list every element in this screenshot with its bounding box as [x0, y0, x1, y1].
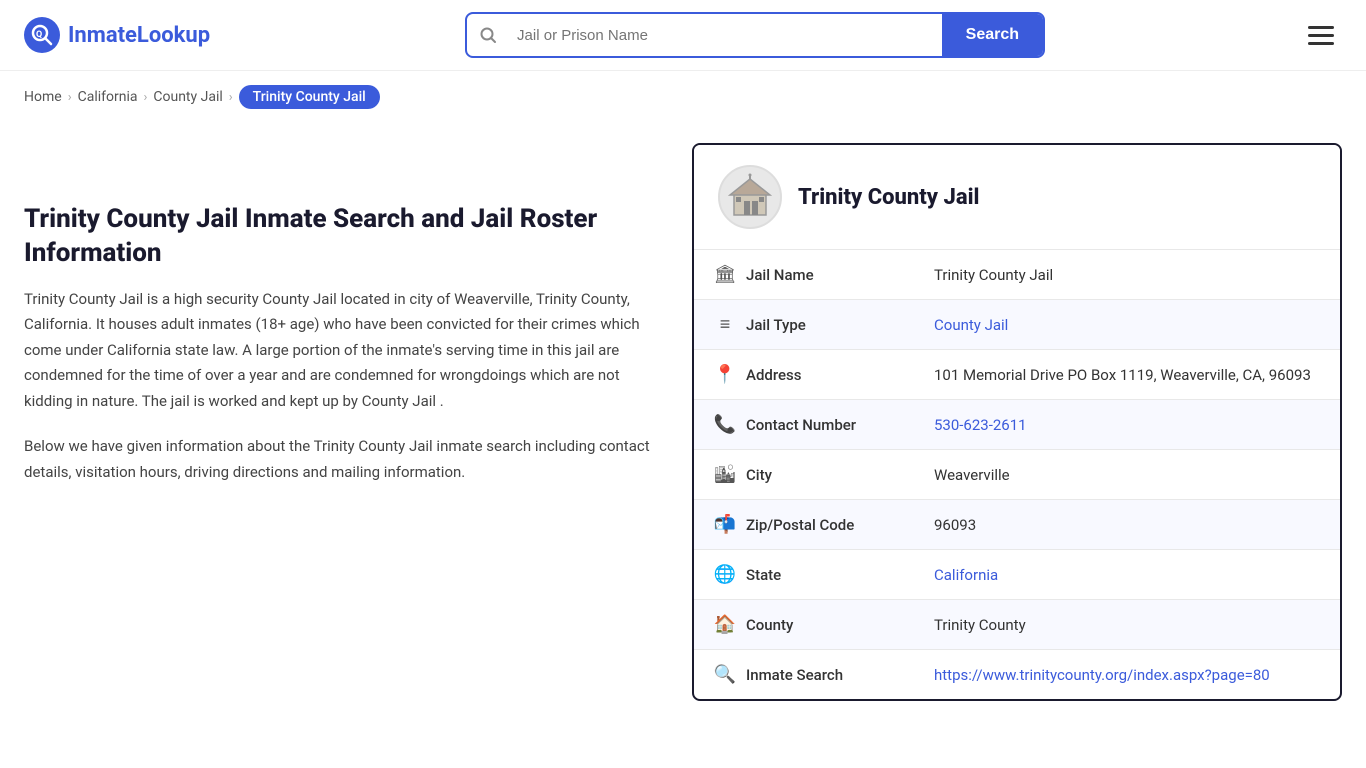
row-value: Trinity County	[914, 600, 1340, 650]
row-value[interactable]: https://www.trinitycounty.org/index.aspx…	[914, 650, 1340, 700]
row-icon: 🏙	[714, 464, 736, 485]
breadcrumb-chevron-2: ›	[143, 90, 147, 105]
breadcrumb-chevron-1: ›	[68, 90, 72, 105]
row-link[interactable]: County Jail	[934, 316, 1008, 334]
page-title: Trinity County Jail Inmate Search and Ja…	[24, 203, 660, 271]
row-icon: 📬	[714, 514, 736, 535]
description-2: Below we have given information about th…	[24, 434, 660, 485]
row-label: 📬Zip/Postal Code	[694, 500, 914, 550]
hamburger-line-1	[1308, 26, 1334, 29]
row-icon: 🏛	[714, 264, 736, 285]
facility-avatar	[718, 165, 782, 229]
row-link[interactable]: 530-623-2611	[934, 416, 1027, 434]
row-label: 🔍Inmate Search	[694, 650, 914, 700]
table-row: 🏛Jail NameTrinity County Jail	[694, 250, 1340, 300]
search-bar-icon	[467, 26, 509, 44]
table-row: 📬Zip/Postal Code96093	[694, 500, 1340, 550]
search-input[interactable]	[509, 17, 942, 54]
svg-text:Q: Q	[36, 30, 42, 40]
hamburger-line-2	[1308, 34, 1334, 37]
row-icon: 🌐	[714, 564, 736, 585]
row-icon: 📍	[714, 364, 736, 385]
table-row: 📞Contact Number 530-623-2611	[694, 400, 1340, 450]
breadcrumb-current: Trinity County Jail	[239, 85, 380, 109]
row-label: 🏠County	[694, 600, 914, 650]
row-icon: 🏠	[714, 614, 736, 635]
breadcrumb-section[interactable]: County Jail	[153, 89, 222, 105]
row-link[interactable]: https://www.trinitycounty.org/index.aspx…	[934, 666, 1270, 684]
row-value[interactable]: County Jail	[914, 300, 1340, 350]
row-value: Weaverville	[914, 450, 1340, 500]
search-bar: Search	[465, 12, 1045, 58]
table-row: 🏠CountyTrinity County	[694, 600, 1340, 650]
row-label: 🏙City	[694, 450, 914, 500]
logo[interactable]: Q InmateLookup	[24, 17, 210, 53]
info-table: 🏛Jail NameTrinity County Jail≡Jail Type C…	[694, 249, 1340, 699]
logo-text: InmateLookup	[68, 23, 210, 48]
hamburger-menu[interactable]	[1300, 18, 1342, 53]
table-row: 🔍Inmate Search https://www.trinitycounty.…	[694, 650, 1340, 700]
hamburger-line-3	[1308, 42, 1334, 45]
breadcrumb-state[interactable]: California	[78, 89, 138, 105]
main-layout: Trinity County Jail Inmate Search and Ja…	[0, 123, 1366, 741]
facility-name: Trinity County Jail	[798, 185, 979, 210]
breadcrumb-home[interactable]: Home	[24, 89, 62, 105]
row-label: 📞Contact Number	[694, 400, 914, 450]
row-label: 🌐State	[694, 550, 914, 600]
row-value[interactable]: 530-623-2611	[914, 400, 1340, 450]
header: Q InmateLookup Search	[0, 0, 1366, 71]
info-card: Trinity County Jail 🏛Jail NameTrinity Co…	[692, 143, 1342, 701]
search-button[interactable]: Search	[942, 14, 1043, 56]
table-row: 📍Address101 Memorial Drive PO Box 1119, …	[694, 350, 1340, 400]
logo-icon: Q	[24, 17, 60, 53]
left-content: Trinity County Jail Inmate Search and Ja…	[24, 143, 660, 505]
row-icon: ≡	[714, 314, 736, 335]
breadcrumb: Home › California › County Jail › Trinit…	[0, 71, 1366, 123]
description-1: Trinity County Jail is a high security C…	[24, 287, 660, 415]
breadcrumb-chevron-3: ›	[229, 90, 233, 105]
table-row: 🏙CityWeaverville	[694, 450, 1340, 500]
row-label: 📍Address	[694, 350, 914, 400]
row-label: ≡Jail Type	[694, 300, 914, 350]
row-value[interactable]: California	[914, 550, 1340, 600]
row-icon: 📞	[714, 414, 736, 435]
row-value: 96093	[914, 500, 1340, 550]
table-row: 🌐State California	[694, 550, 1340, 600]
row-label: 🏛Jail Name	[694, 250, 914, 300]
table-row: ≡Jail Type County Jail	[694, 300, 1340, 350]
row-link[interactable]: California	[934, 566, 998, 584]
row-value: Trinity County Jail	[914, 250, 1340, 300]
row-icon: 🔍	[714, 664, 736, 685]
card-header: Trinity County Jail	[694, 145, 1340, 249]
row-value: 101 Memorial Drive PO Box 1119, Weavervi…	[914, 350, 1340, 400]
